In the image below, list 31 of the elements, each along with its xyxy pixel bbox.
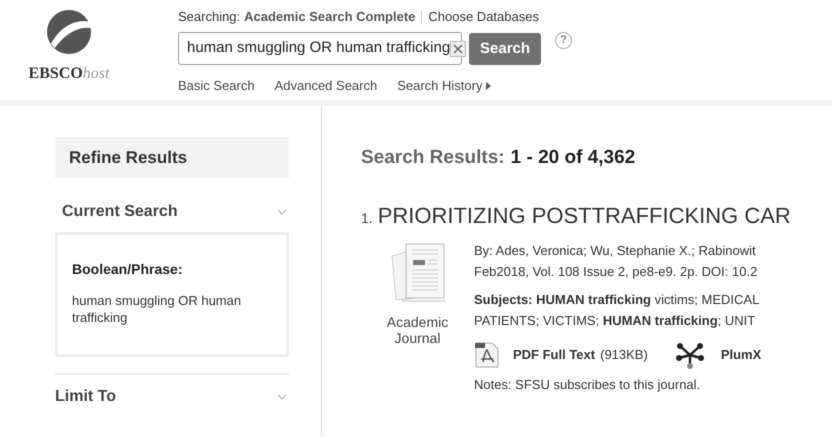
result-meta: By: Ades, Veronica; Wu, Stephanie X.; Rabinowit: [474, 242, 757, 260]
help-icon[interactable]: ?: [555, 32, 572, 49]
searching-label: Searching:: [178, 8, 240, 26]
nav-link[interactable]: Search History: [397, 76, 492, 96]
section-title[interactable]: Limit To: [55, 385, 116, 409]
result-meta: Feb2018, Vol. 108 Issue 2, pe8-e9. 2p. DOI: 10.2: [474, 262, 758, 281]
plumx-link[interactable]: PlumX: [720, 344, 762, 364]
result-title[interactable]: PRIORITIZING POSTTRAFFICKING CAR: [378, 198, 791, 232]
section-title[interactable]: Current Search: [62, 200, 178, 224]
search-button[interactable]: Search: [469, 33, 542, 65]
clear-icon[interactable]: [450, 40, 466, 56]
result-number: 1.: [361, 208, 373, 228]
logo-text: EBSCOhost: [28, 64, 110, 84]
pdf-full-text-link[interactable]: PDF Full Text: [513, 344, 596, 364]
choose-databases-link[interactable]: Choose Databases: [428, 7, 539, 27]
pdf-size: (913KB): [600, 346, 648, 364]
boolean-value: human smuggling OR human trafficking: [72, 292, 242, 326]
subjects-line: PATIENTS; VICTIMS; HUMAN trafficking; UNIT: [474, 312, 756, 330]
subjects-line: Subjects: HUMAN trafficking victims; MEDICAL: [474, 290, 760, 309]
caret-icon: [486, 82, 492, 90]
pdf-icon[interactable]: [474, 342, 500, 368]
results-count: 1 - 20 of 4,362: [510, 146, 636, 170]
boolean-label: Boolean/Phrase:: [72, 260, 184, 279]
nav-link[interactable]: Basic Search: [178, 76, 255, 96]
document-type: Academic Journal: [386, 314, 450, 346]
refine-results-header: Refine Results: [55, 137, 289, 178]
logo-icon: [45, 8, 93, 56]
database-name: Academic Search Complete: [244, 8, 416, 26]
result-notes: Notes: SFSU subscribes to this journal.: [474, 376, 702, 394]
results-heading: Search Results:: [361, 146, 505, 170]
nav-link[interactable]: Advanced Search: [274, 76, 378, 96]
